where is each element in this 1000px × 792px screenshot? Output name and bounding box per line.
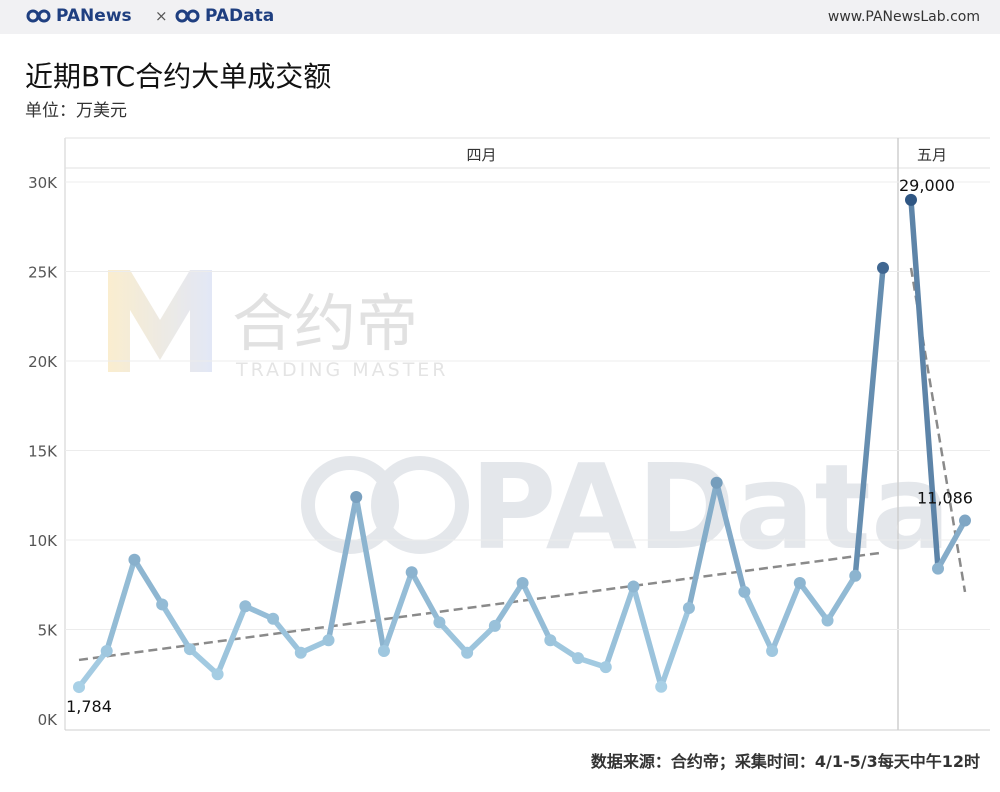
- line-segment: [658, 605, 692, 690]
- y-tick-label: 25K: [28, 264, 58, 282]
- data-source-note: 数据来源：合约帝；采集时间：4/1-5/3每天中午12时: [590, 752, 980, 771]
- line-segment: [741, 589, 775, 654]
- panel-label: 四月: [466, 146, 496, 164]
- line-segment: [159, 601, 193, 652]
- line-segment: [381, 569, 415, 654]
- watermark-hy: 合约帝 TRADING MASTER: [108, 270, 449, 381]
- data-point: [544, 634, 557, 647]
- data-point: [294, 646, 307, 659]
- data-point: [710, 476, 723, 489]
- data-point: [156, 598, 169, 611]
- line-segment: [519, 580, 554, 643]
- y-tick-label: 30K: [28, 174, 58, 192]
- data-point: [239, 600, 252, 613]
- hy-logo-icon: [108, 270, 212, 372]
- line-segment: [131, 556, 165, 608]
- data-point: [766, 644, 779, 657]
- panel-label: 五月: [917, 146, 947, 164]
- data-point: [905, 193, 917, 206]
- data-point: [599, 661, 612, 674]
- line-segment: [603, 583, 637, 670]
- panel-headers: 四月 五月: [466, 146, 947, 164]
- data-point: [655, 680, 668, 693]
- data-point: [350, 491, 363, 504]
- data-point: [322, 634, 335, 647]
- data-point: [572, 652, 585, 665]
- data-point: [100, 644, 113, 657]
- y-tick-label: 0K: [38, 711, 59, 729]
- data-label: 11,086: [917, 489, 973, 508]
- y-axis: 0K 5K 10K 15K 20K 25K 30K: [28, 174, 58, 729]
- line-segment: [797, 580, 831, 624]
- y-tick-label: 10K: [28, 532, 58, 550]
- y-tick-label: 5K: [38, 622, 59, 640]
- data-point: [128, 553, 141, 566]
- y-tick-label: 15K: [28, 443, 58, 461]
- data-point: [211, 668, 224, 681]
- data-point: [516, 576, 529, 589]
- data-point: [377, 644, 390, 657]
- data-point: [682, 602, 695, 615]
- data-point: [793, 576, 806, 589]
- data-point: [959, 514, 971, 527]
- watermark-pa: PAData: [301, 438, 951, 576]
- pa-logo-icon: [301, 456, 469, 554]
- line-segment: [824, 573, 859, 624]
- data-point: [849, 569, 862, 582]
- line-segment: [769, 580, 803, 654]
- data-point: [488, 619, 501, 632]
- data-label: 1,784: [66, 697, 112, 716]
- data-point: [183, 643, 196, 656]
- chart-frame: [64, 137, 990, 731]
- data-point: [821, 614, 834, 627]
- line-segment: [76, 648, 110, 690]
- data-point: [877, 261, 889, 274]
- data-point: [433, 616, 446, 629]
- hy-watermark-sub: TRADING MASTER: [235, 359, 449, 381]
- line-segment: [270, 616, 304, 656]
- data-point: [73, 681, 85, 694]
- data-point: [627, 580, 640, 593]
- data-point: [932, 562, 944, 575]
- line-segment: [325, 494, 359, 643]
- y-tick-label: 20K: [28, 353, 58, 371]
- data-point: [405, 566, 418, 579]
- line-segment: [436, 619, 470, 656]
- line-chart: 合约帝 TRADING MASTER PAData 0K 5K 10K 15K 20K 2…: [28, 137, 990, 731]
- data-label: 29,000: [899, 176, 955, 195]
- hy-watermark-name: 合约帝: [232, 287, 418, 360]
- data-point: [738, 585, 751, 598]
- data-point: [267, 612, 280, 625]
- line-segment: [630, 583, 664, 690]
- line-segment: [103, 556, 138, 654]
- data-point: [461, 646, 474, 659]
